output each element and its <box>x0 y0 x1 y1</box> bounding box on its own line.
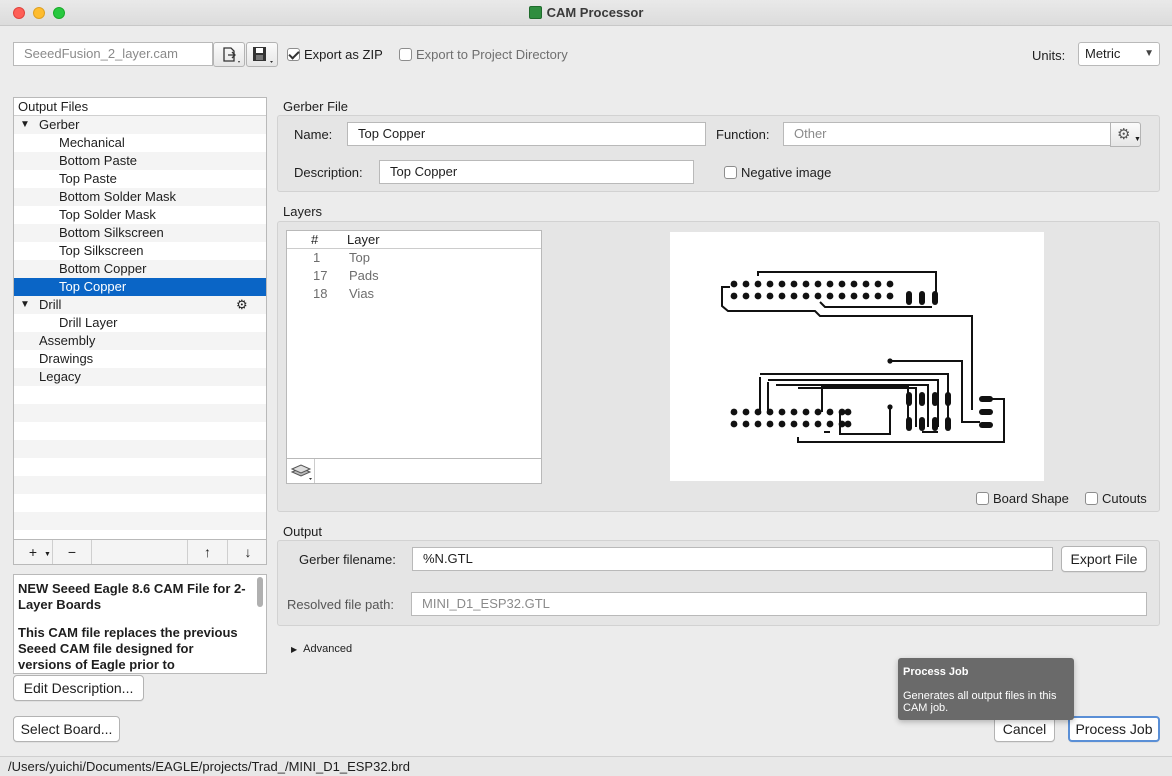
window-title: CAM Processor <box>0 5 1172 20</box>
save-icon <box>253 47 273 63</box>
tree-empty-row <box>14 494 266 512</box>
layers-toolbar <box>286 459 542 484</box>
tree-toolbar: + ▼ − ↑ ↓ <box>13 540 267 565</box>
export-zip-checkbox[interactable]: Export as ZIP <box>287 47 383 62</box>
tree-empty-row <box>14 476 266 494</box>
layer-row[interactable]: 18 Vias <box>287 285 541 303</box>
output-files-tree[interactable]: Output Files ▼ Gerber Mechanical Bottom P… <box>13 97 267 540</box>
tree-item-top-copper[interactable]: Top Copper <box>14 278 266 296</box>
checkbox-icon <box>287 48 300 61</box>
pcb-copper-preview <box>721 271 1005 443</box>
checkbox-icon <box>724 166 737 179</box>
export-project-dir-checkbox[interactable]: Export to Project Directory <box>399 47 568 62</box>
title-bar: CAM Processor <box>0 0 1172 26</box>
tree-item-bottom-silkscreen[interactable]: Bottom Silkscreen <box>14 224 266 242</box>
tree-item-assembly[interactable]: Assembly <box>14 332 266 350</box>
tree-toolbar-spacer <box>92 540 188 564</box>
remove-output-button[interactable]: − <box>53 540 92 564</box>
description-scrollbar[interactable] <box>257 577 263 607</box>
cutouts-checkbox[interactable]: Cutouts <box>1085 491 1147 506</box>
tree-item-top-solder-mask[interactable]: Top Solder Mask <box>14 206 266 224</box>
tree-empty-row <box>14 458 266 476</box>
function-input[interactable]: Other <box>783 122 1111 146</box>
edit-description-button[interactable]: Edit Description... <box>13 675 144 701</box>
layers-section-title: Layers <box>283 204 323 219</box>
tree-empty-row <box>14 530 266 539</box>
layers-table[interactable]: # Layer 1 Top 17 Pads 18 Vias <box>286 230 542 459</box>
tree-item-drawings[interactable]: Drawings <box>14 350 266 368</box>
tree-item-bottom-paste[interactable]: Bottom Paste <box>14 152 266 170</box>
expand-triangle-icon[interactable]: ▼ <box>20 116 30 134</box>
tree-rows: ▼ Gerber Mechanical Bottom Paste Top Past… <box>14 116 266 539</box>
name-input[interactable]: Top Copper <box>347 122 706 146</box>
tree-header: Output Files <box>14 98 266 116</box>
move-down-button[interactable]: ↓ <box>228 540 268 564</box>
description-label: Description: <box>294 165 363 180</box>
checkbox-icon <box>1085 492 1098 505</box>
tree-item-mechanical[interactable]: Mechanical <box>14 134 266 152</box>
open-file-button[interactable] <box>213 42 245 67</box>
layer-row[interactable]: 17 Pads <box>287 267 541 285</box>
save-file-button[interactable] <box>246 42 278 67</box>
checkbox-icon <box>976 492 989 505</box>
gerber-file-section-title: Gerber File <box>283 99 349 114</box>
name-label: Name: <box>294 127 333 142</box>
tree-item-top-paste[interactable]: Top Paste <box>14 170 266 188</box>
process-job-tooltip: Process Job Generates all output files i… <box>898 658 1074 720</box>
eagle-app-icon <box>528 6 542 19</box>
status-bar: /Users/yuichi/Documents/EAGLE/projects/T… <box>0 756 1172 776</box>
chevron-down-icon: ▼ <box>44 551 51 558</box>
tree-item-legacy[interactable]: Legacy <box>14 368 266 386</box>
tree-empty-row <box>14 440 266 458</box>
cam-file-name-field[interactable]: SeeedFusion_2_layer.cam <box>13 42 213 66</box>
output-section-title: Output <box>283 524 323 539</box>
export-file-button[interactable]: Export File <box>1061 546 1147 572</box>
tree-item-bottom-copper[interactable]: Bottom Copper <box>14 260 266 278</box>
negative-image-checkbox[interactable]: Negative image <box>724 165 831 180</box>
function-settings-button[interactable]: ⚙ ▼ <box>1110 122 1141 147</box>
layer-row[interactable]: 1 Top <box>287 249 541 267</box>
gerber-filename-input[interactable]: %N.GTL <box>412 547 1053 571</box>
gear-icon[interactable]: ⚙ <box>236 296 248 314</box>
chevron-down-icon: ▼ <box>1134 136 1141 143</box>
resolved-path-label: Resolved file path: <box>287 597 394 612</box>
units-label: Units: <box>1032 48 1066 63</box>
resolved-path-field: MINI_D1_ESP32.GTL <box>411 592 1147 616</box>
cam-description-text: NEW Seeed Eagle 8.6 CAM File for 2-Layer… <box>13 574 267 674</box>
tree-item-gerber[interactable]: ▼ Gerber <box>14 116 266 134</box>
tree-empty-row <box>14 404 266 422</box>
tree-empty-row <box>14 512 266 530</box>
tree-item-drill-layer[interactable]: Drill Layer <box>14 314 266 332</box>
board-shape-checkbox[interactable]: Board Shape <box>976 491 1069 506</box>
disclosure-triangle-icon: ▶ <box>291 645 298 654</box>
expand-triangle-icon[interactable]: ▼ <box>20 296 30 314</box>
tree-item-top-silkscreen[interactable]: Top Silkscreen <box>14 242 266 260</box>
units-select[interactable]: Metric ▼ <box>1078 42 1160 66</box>
process-job-button[interactable]: Process Job <box>1068 716 1160 742</box>
checkbox-icon <box>399 48 412 61</box>
board-file-path: /Users/yuichi/Documents/EAGLE/projects/T… <box>8 759 410 774</box>
tree-empty-row <box>14 386 266 404</box>
layer-select-button[interactable] <box>287 459 315 483</box>
layers-table-header: # Layer <box>287 231 541 249</box>
add-output-button[interactable]: + ▼ <box>14 540 53 564</box>
tree-empty-row <box>14 422 266 440</box>
tree-item-bottom-solder-mask[interactable]: Bottom Solder Mask <box>14 188 266 206</box>
tree-item-drill[interactable]: ▼ Drill ⚙ <box>14 296 266 314</box>
advanced-disclosure[interactable]: ▶ Advanced <box>291 643 352 655</box>
function-label: Function: <box>716 127 770 142</box>
select-board-button[interactable]: Select Board... <box>13 716 120 742</box>
description-input[interactable]: Top Copper <box>379 160 694 184</box>
chevron-down-icon: ▼ <box>1144 48 1154 59</box>
move-up-button[interactable]: ↑ <box>188 540 228 564</box>
layers-icon <box>290 464 312 480</box>
board-preview <box>670 232 1044 481</box>
gear-icon: ⚙ <box>1117 126 1131 143</box>
open-file-icon <box>223 47 240 63</box>
gerber-filename-label: Gerber filename: <box>299 552 396 567</box>
